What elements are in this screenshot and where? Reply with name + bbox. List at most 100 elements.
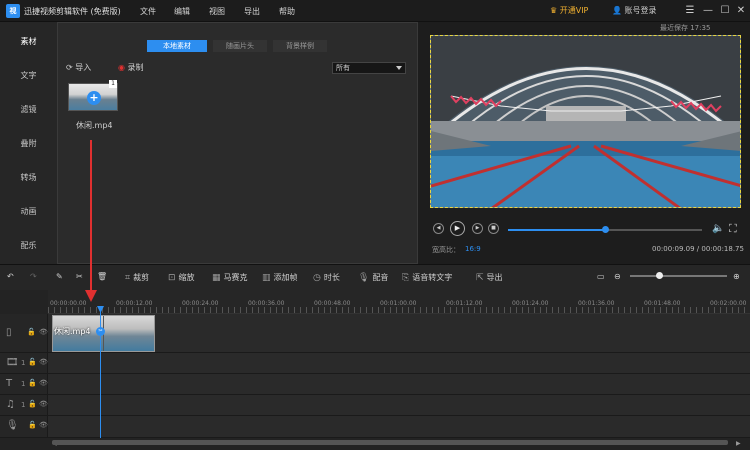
volume-icon[interactable]: 🔈 — [712, 223, 724, 234]
zoom-button[interactable]: ⊡ 缩放 — [168, 272, 195, 283]
tab-intro[interactable]: 随画片头 — [213, 40, 267, 52]
timeline-zoom-slider[interactable] — [630, 275, 727, 277]
speech-to-text-button[interactable]: ⎘ 语音转文字 — [402, 272, 452, 283]
add-frame-button[interactable]: ▥ 添加帧 — [262, 272, 298, 283]
dubbing-button[interactable]: 🎙 配音 — [358, 272, 388, 283]
ruler-ticks — [48, 307, 750, 313]
sidebar-item-text[interactable]: 文字 — [0, 70, 57, 81]
tick-label: 00:01:12.00 — [446, 300, 483, 307]
tick-label: 00:00:36.00 — [248, 300, 285, 307]
export-button[interactable]: ⇱ 导出 — [476, 272, 503, 283]
edit-icon[interactable]: ✎ — [56, 272, 63, 281]
tick-label: 00:00:24.00 — [182, 300, 219, 307]
scroll-right-icon[interactable]: ▶ — [736, 440, 741, 447]
dubbing-label: 配音 — [372, 273, 389, 282]
timeline-scrollbar[interactable] — [52, 440, 728, 445]
import-button[interactable]: ⟳ 导入 — [66, 62, 91, 73]
mosaic-button[interactable]: ▦ 马赛克 — [212, 272, 248, 283]
menu-export[interactable]: 导出 — [244, 6, 260, 17]
menu-view[interactable]: 视图 — [209, 6, 225, 17]
sidebar-item-transition[interactable]: 转场 — [0, 172, 57, 183]
tick-label: 00:01:00.00 — [380, 300, 417, 307]
add-to-timeline-icon[interactable]: + — [87, 91, 101, 105]
play-button[interactable]: ▶ — [450, 221, 465, 236]
sidebar-item-filter[interactable]: 滤镜 — [0, 104, 57, 115]
video-track-icon: ▯ — [6, 327, 12, 338]
track-text[interactable]: T 1 🔓 👁 — [0, 374, 750, 395]
next-frame-icon[interactable]: ▶ — [472, 223, 483, 234]
lock-icon[interactable]: 🔓 — [28, 400, 37, 408]
user-icon: 👤 — [612, 6, 622, 15]
current-time: 00:00:09.09 — [652, 245, 695, 253]
eye-icon[interactable]: 👁 — [39, 358, 48, 366]
autosave-time: 最近保存 17:35 — [660, 24, 711, 32]
sidebar-item-music[interactable]: 配乐 — [0, 240, 57, 251]
zoom-in-icon[interactable]: ⊕ — [733, 272, 740, 281]
filter-value: 所有 — [336, 64, 350, 72]
tick-label: 00:02:00.00 — [710, 300, 747, 307]
track-music[interactable]: ♫ 1 🔓 👁 — [0, 395, 750, 416]
minimize-icon[interactable]: — — [701, 4, 715, 18]
tab-local-media[interactable]: 本地素材 — [147, 40, 207, 52]
app-title: 迅捷视频剪辑软件 (免费版) — [24, 7, 121, 16]
progress-handle[interactable] — [602, 226, 609, 233]
eye-icon[interactable]: 👁 — [39, 421, 48, 429]
track-voice[interactable]: 🎙 🔓 👁 — [0, 416, 750, 438]
split-icon[interactable]: ✂ — [76, 272, 83, 281]
total-time: 00:00:18.75 — [701, 245, 744, 253]
undo-icon[interactable]: ↶ — [7, 272, 14, 281]
duration-button[interactable]: ◷ 时长 — [313, 272, 340, 283]
lock-icon[interactable]: 🔓 — [28, 379, 37, 387]
track-count: 1 — [21, 380, 26, 388]
aspect-ratio-label: 宽高比： — [432, 246, 460, 254]
login-button[interactable]: 👤 账号登录 — [612, 5, 657, 16]
speech-icon: ⎘ — [402, 273, 410, 283]
redo-icon[interactable]: ↷ — [30, 272, 37, 281]
record-button[interactable]: ◉ 录制 — [118, 62, 144, 73]
video-preview[interactable] — [430, 35, 741, 208]
filter-select[interactable]: 所有 — [332, 62, 406, 74]
zoom-icon: ⊡ — [168, 273, 176, 283]
track-count: 1 — [21, 401, 26, 409]
crop-button[interactable]: ⌗ 裁剪 — [125, 272, 149, 283]
lock-icon[interactable]: 🔓 — [28, 421, 37, 429]
sidebar-item-material[interactable]: 素材 — [0, 36, 57, 47]
eye-icon[interactable]: 👁 — [39, 379, 48, 387]
sidebar-item-overlay[interactable]: 叠附 — [0, 138, 57, 149]
progress-fill — [508, 229, 605, 231]
zoom-out-icon[interactable]: ⊖ — [614, 272, 621, 281]
fit-screen-icon[interactable]: ▭ — [597, 272, 605, 281]
close-icon[interactable]: ✕ — [734, 4, 748, 18]
lock-icon[interactable]: 🔓 — [28, 358, 37, 366]
menu-edit[interactable]: 编辑 — [174, 6, 190, 17]
eye-icon[interactable]: 👁 — [39, 328, 48, 336]
aspect-ratio-select[interactable]: 16:9 — [465, 245, 481, 253]
record-label: 录制 — [127, 63, 144, 72]
login-label: 账号登录 — [624, 6, 657, 15]
chevron-down-icon — [396, 66, 402, 70]
music-icon: ♫ — [6, 399, 15, 410]
vip-button[interactable]: ♛ 开通VIP — [550, 5, 588, 16]
track-overlay[interactable]: 🎞 1 🔓 👁 — [0, 353, 750, 374]
lock-icon[interactable]: 🔓 — [27, 328, 36, 336]
crop-icon: ⌗ — [125, 273, 131, 283]
maximize-icon[interactable]: ☐ — [718, 4, 732, 18]
mosaic-label: 马赛克 — [223, 273, 248, 282]
mosaic-icon: ▦ — [212, 273, 221, 283]
eye-icon[interactable]: 👁 — [39, 400, 48, 408]
delete-icon[interactable]: 🗑 — [97, 272, 107, 281]
tab-background[interactable]: 背景样例 — [273, 40, 327, 52]
microphone-icon: 🎙 — [6, 420, 19, 431]
stop-icon[interactable]: ■ — [488, 223, 499, 234]
track-header: 🎙 🔓 👁 — [0, 416, 48, 437]
prev-frame-icon[interactable]: ◀ — [433, 223, 444, 234]
sidebar-item-animation[interactable]: 动画 — [0, 206, 57, 217]
annotation-arrow — [90, 140, 92, 296]
fullscreen-icon[interactable]: ⛶ — [729, 222, 737, 236]
menu-file[interactable]: 文件 — [140, 6, 156, 17]
menu-icon[interactable]: ☰ — [683, 4, 697, 18]
split-marker-icon[interactable]: ✂ — [96, 327, 105, 336]
track-header: 🎞 1 🔓 👁 — [0, 353, 48, 373]
menu-help[interactable]: 帮助 — [279, 6, 295, 17]
zoom-slider-handle[interactable] — [656, 272, 663, 279]
